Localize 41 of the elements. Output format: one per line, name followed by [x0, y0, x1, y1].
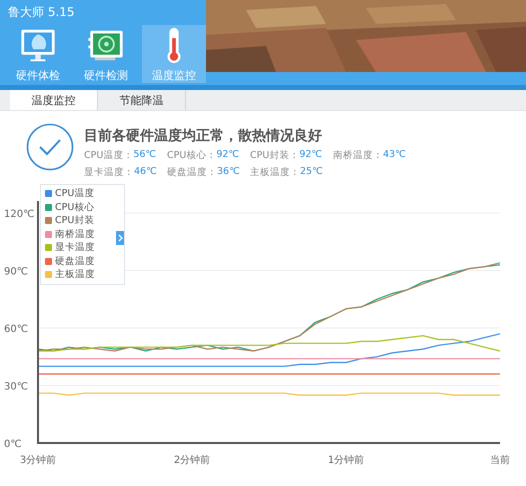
legend-label: CPU温度: [55, 187, 94, 200]
reading-value: 25℃: [300, 166, 323, 179]
reading-value: 92℃: [299, 149, 322, 162]
reading-value: 92℃: [216, 149, 240, 162]
y-tick-label: 90℃: [4, 266, 28, 278]
chevron-icon: [118, 234, 122, 242]
thermometer-icon: [166, 27, 182, 64]
legend-label: 南桥温度: [55, 228, 95, 241]
legend-toggle-button[interactable]: [116, 231, 124, 245]
x-tick-label: 2分钟前: [174, 455, 210, 466]
x-tick-label: 3分钟前: [20, 455, 56, 466]
y-tick-label: 120℃: [4, 209, 34, 220]
reading-value: 56℃: [133, 149, 156, 162]
reading-label: 南桥温度：: [333, 149, 383, 162]
reading-value: 46℃: [134, 166, 157, 179]
reading-label: CPU温度：: [84, 149, 134, 162]
legend-label: CPU封装: [55, 214, 94, 228]
tab[interactable]: 温度监控: [10, 90, 98, 110]
legend-label: 硬盘温度: [55, 254, 95, 268]
nav-item[interactable]: 温度监控: [142, 25, 206, 83]
legend-label: CPU核心: [55, 200, 94, 214]
y-tick-label: 30℃: [4, 382, 28, 392]
legend-label: 主板温度: [55, 268, 95, 282]
reading-label: 主板温度：: [250, 166, 300, 179]
x-tick-label: 1分钟前: [328, 455, 364, 466]
reading-value: 36℃: [217, 166, 240, 179]
reading-label: 显卡温度：: [84, 166, 134, 179]
legend-label: 显卡温度: [55, 241, 95, 254]
reading-label: CPU核心：: [167, 149, 216, 162]
y-tick-label: 60℃: [4, 324, 28, 335]
nav-item[interactable]: 硬件检测: [74, 25, 138, 83]
nav-item[interactable]: 硬件体检: [6, 25, 70, 83]
app-title: 鲁大师 5.15: [8, 4, 75, 21]
reading-label: 硬盘温度：: [167, 166, 217, 179]
reading-label: CPU封装：: [250, 149, 300, 162]
y-tick-label: 0℃: [4, 439, 22, 450]
x-tick-label: 当前: [490, 455, 510, 466]
status-message: 目前各硬件温度均正常，散热情况良好: [84, 127, 323, 145]
check-icon: [26, 123, 74, 171]
tab[interactable]: 节能降温: [98, 90, 186, 110]
reading-value: 43℃: [383, 149, 406, 162]
